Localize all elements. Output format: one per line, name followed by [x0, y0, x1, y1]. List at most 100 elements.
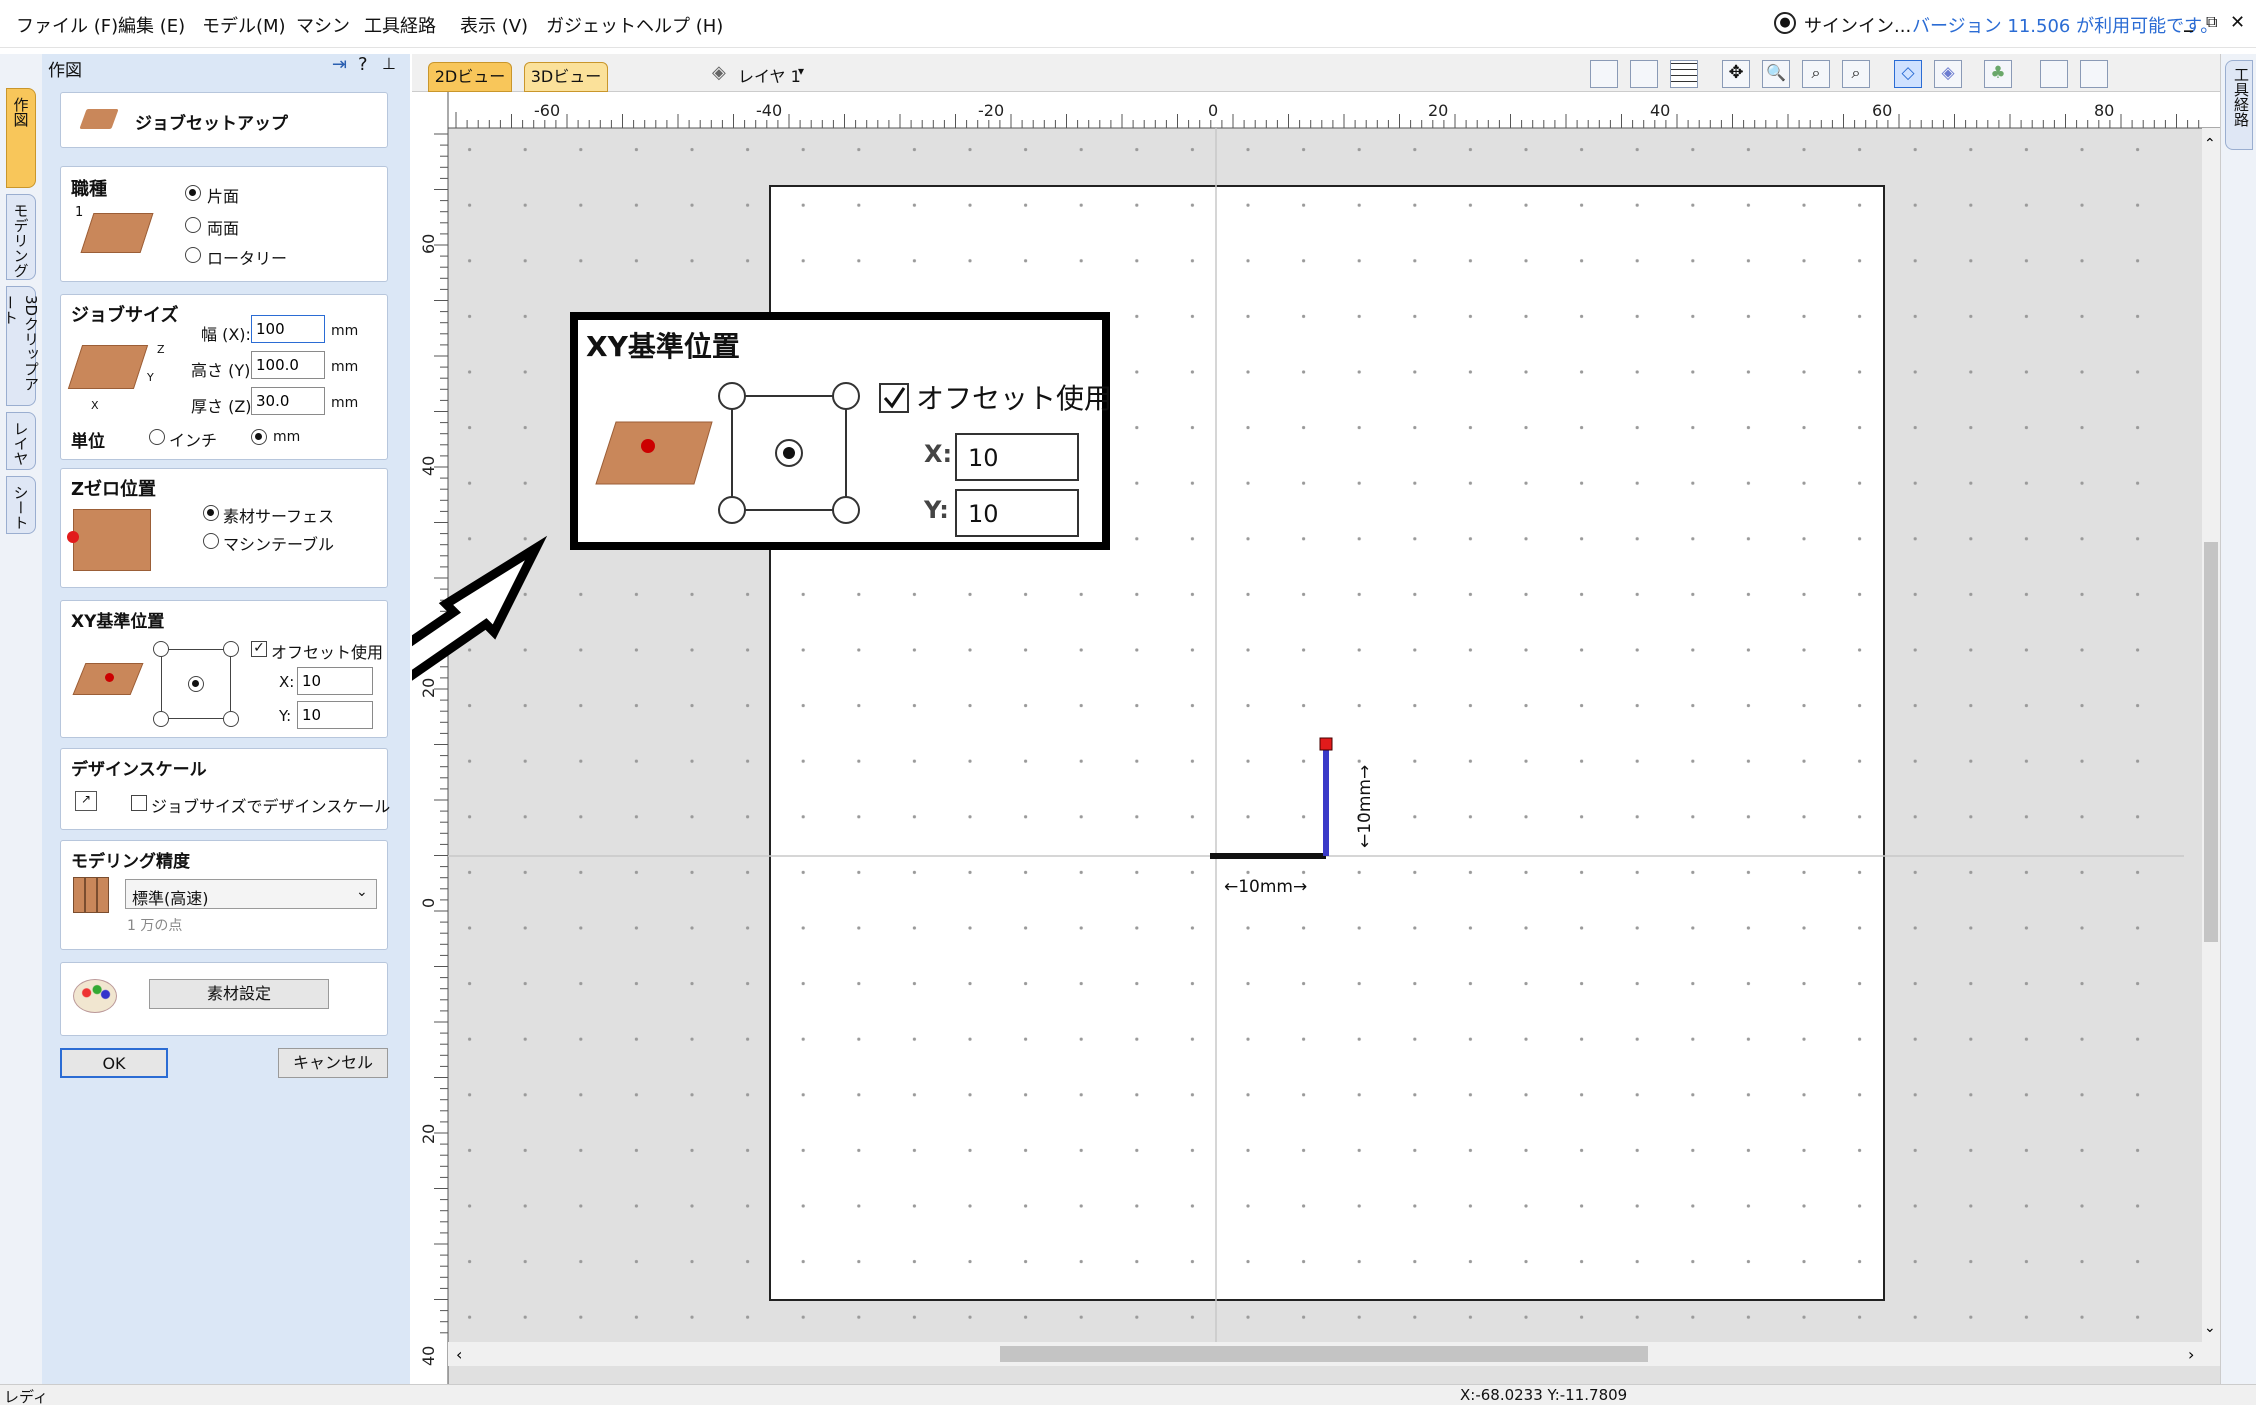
radio-double-sided-label: 両面 [207, 219, 240, 238]
datum-center[interactable] [188, 676, 204, 692]
radio-mm[interactable] [251, 429, 267, 445]
vruler-label: 20 [419, 1124, 438, 1144]
callout-datum-tl [718, 382, 746, 410]
horizontal-dimension: ←10mm→ [1224, 877, 1307, 897]
thickness-unit: mm [331, 395, 359, 411]
modeling-resolution-title: モデリング精度 [71, 852, 190, 872]
radio-rotary[interactable] [185, 247, 201, 263]
datum-top-right[interactable] [223, 641, 239, 657]
menu-help[interactable]: ヘルプ (H) [636, 12, 723, 38]
menu-file[interactable]: ファイル (F) [16, 12, 118, 38]
menu-model[interactable]: モデル(M) [202, 12, 286, 38]
split-vertical-icon[interactable] [2080, 60, 2108, 88]
minimize-icon[interactable]: _ [2184, 12, 2193, 33]
zoom-box-icon[interactable]: 🔍 [1762, 60, 1790, 88]
menu-gadgets[interactable]: ガジェット [546, 12, 636, 38]
job-size-title: ジョブサイズ [71, 305, 179, 326]
menu-view[interactable]: 表示 (V) [460, 12, 528, 38]
callout-title: XY基準位置 [586, 330, 740, 363]
scroll-left-icon[interactable]: ‹ [456, 1345, 462, 1364]
radio-double-sided[interactable] [185, 217, 201, 233]
layer-selector[interactable]: レイヤ 1 [738, 63, 801, 87]
chevron-down-icon: ⌄ [356, 884, 368, 900]
menu-toolpaths[interactable]: 工具経路 [364, 12, 436, 38]
draw-rulers-icon[interactable] [1630, 60, 1658, 88]
vruler-label: 60 [419, 234, 438, 254]
tab-sheets[interactable]: シート [6, 476, 36, 534]
tab-layers[interactable]: レイヤ [6, 412, 36, 470]
menu-machine[interactable]: マシン [296, 12, 350, 38]
callout-datum-tr [832, 382, 860, 410]
xy-datum-title: XY基準位置 [71, 612, 165, 632]
version-notice[interactable]: バージョン 11.506 が利用可能です。 [1912, 12, 2218, 38]
zoom-extent-icon[interactable]: ⌕ [1802, 60, 1830, 88]
tab-3d-clipart[interactable]: 3Dクリップアート [1, 286, 40, 406]
signin-link[interactable]: サインイン... [1804, 12, 1911, 38]
height-input[interactable] [251, 351, 325, 379]
design-scale-title: デザインスケール [71, 760, 207, 780]
height-label: 高さ (Y): [191, 361, 256, 380]
radio-material-surface-label: 素材サーフェス [223, 507, 335, 526]
tab-2d-view[interactable]: 2Dビュー [428, 62, 512, 92]
horizontal-scroll-thumb[interactable] [1000, 1346, 1648, 1362]
datum-top-left[interactable] [153, 641, 169, 657]
radio-machine-table-label: マシンテーブル [223, 535, 335, 554]
snap-icon[interactable]: ◇ [1894, 60, 1922, 88]
offset-x-input[interactable] [297, 667, 373, 695]
pin-panel-icon[interactable]: ⇥ [332, 54, 347, 75]
panel-title: 作図 [48, 61, 82, 81]
vruler-label: 40 [419, 456, 438, 476]
layer-dropdown-icon[interactable]: ▾ [798, 64, 804, 78]
tab-toolpaths[interactable]: 工具経路 [2225, 60, 2253, 150]
split-horizontal-icon[interactable] [2040, 60, 2068, 88]
hruler-label: 20 [1428, 101, 1448, 120]
cancel-button[interactable]: キャンセル [278, 1048, 388, 1078]
width-input[interactable] [251, 315, 325, 343]
zoom-selected-icon[interactable]: ⌕ [1842, 60, 1870, 88]
grid-icon[interactable] [1670, 60, 1698, 88]
tree-icon[interactable]: ♣ [1984, 60, 2012, 88]
width-unit: mm [331, 323, 359, 339]
datum-bottom-left[interactable] [153, 711, 169, 727]
radio-machine-table[interactable] [203, 533, 219, 549]
user-icon[interactable]: ● [1774, 12, 1796, 34]
tab-modeling[interactable]: モデリング [6, 194, 36, 280]
status-bar: レディ X:-68.0233 Y:-11.7809 [0, 1384, 2256, 1406]
job-size-section: ジョブサイズ Z Y X 幅 (X): mm 高さ (Y): mm 厚さ (Z)… [60, 294, 388, 460]
offset-checkbox[interactable]: ✓ [251, 641, 267, 657]
palette-icon [73, 979, 117, 1013]
draw-rectangle-icon[interactable] [1590, 60, 1618, 88]
radio-single-sided[interactable] [185, 185, 201, 201]
datum-bottom-right[interactable] [223, 711, 239, 727]
hruler-label: -40 [756, 101, 782, 120]
drawing-canvas[interactable]: -60 -40 -20 0 20 40 60 80 60 40 20 0 20 … [412, 92, 2220, 1384]
pushpin-icon[interactable]: ⊥ [382, 54, 396, 73]
radio-material-surface[interactable] [203, 505, 219, 521]
radio-inch[interactable] [149, 429, 165, 445]
resolution-select[interactable]: 標準(高速) ⌄ [125, 879, 377, 909]
units-title: 単位 [71, 432, 105, 452]
material-settings-button[interactable]: 素材設定 [149, 979, 329, 1009]
thickness-input[interactable] [251, 387, 325, 415]
scale-icon: ↗ [75, 791, 97, 811]
snap-options-icon[interactable]: ◈ [1934, 60, 1962, 88]
help-icon[interactable]: ? [358, 54, 368, 75]
restore-icon[interactable]: ⧉ [2206, 12, 2217, 32]
scroll-down-icon[interactable]: ⌄ [2204, 1320, 2216, 1336]
resolution-note: 1 万の点 [127, 918, 183, 934]
scroll-up-icon[interactable]: ⌃ [2204, 136, 2216, 152]
menu-edit[interactable]: 編集 (E) [118, 12, 185, 38]
right-tab-strip: 工具経路 [2220, 54, 2256, 1384]
vertical-scroll-thumb[interactable] [2204, 542, 2218, 942]
resolution-selected: 標準(高速) [132, 889, 209, 908]
design-scale-checkbox[interactable] [131, 795, 147, 811]
tab-drawing[interactable]: 作図 [6, 88, 36, 188]
z-zero-section: Zゼロ位置 素材サーフェス マシンテーブル [60, 468, 388, 588]
ok-button[interactable]: OK [60, 1048, 168, 1078]
tab-3d-view[interactable]: 3Dビュー [524, 62, 608, 92]
z-zero-diagram-icon [73, 509, 151, 571]
close-icon[interactable]: ✕ [2230, 12, 2245, 33]
pan-icon[interactable]: ✥ [1722, 60, 1750, 88]
scroll-right-icon[interactable]: › [2188, 1345, 2194, 1364]
offset-y-input[interactable] [297, 701, 373, 729]
